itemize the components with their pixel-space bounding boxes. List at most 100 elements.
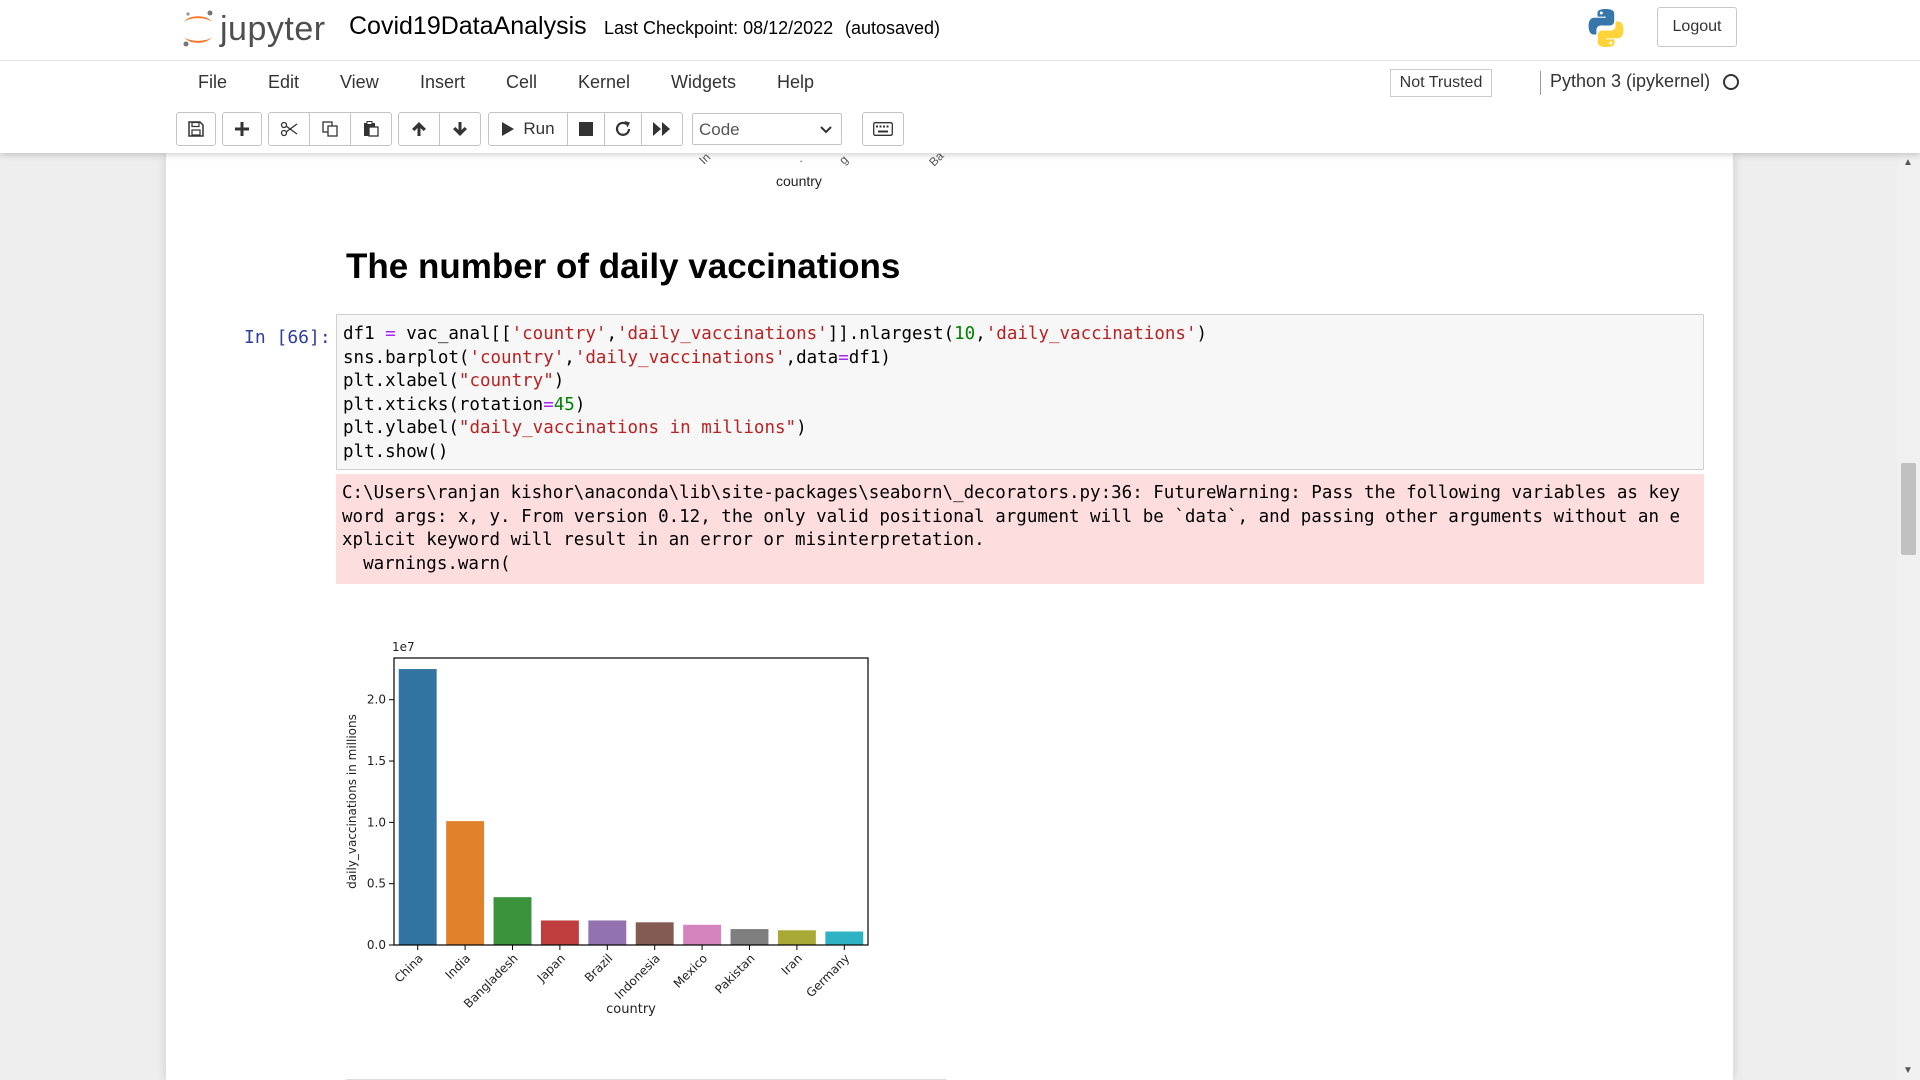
command-palette-button[interactable]	[862, 112, 904, 146]
x-axis-label: country	[606, 1002, 656, 1017]
menu-edit[interactable]: Edit	[268, 72, 299, 93]
previous-chart-tick-fragments: In · g Ba	[696, 153, 947, 169]
insert-cell-button[interactable]	[222, 112, 262, 146]
menubar: File Edit View Insert Cell Kernel Widget…	[176, 63, 1744, 103]
code-line: plt.xlabel("country")	[343, 371, 565, 391]
y-offset-label: 1e7	[392, 640, 415, 654]
arrow-up-icon	[412, 122, 426, 136]
kernel-idle-indicator-icon	[1723, 74, 1739, 90]
next-heading-fragment	[346, 1079, 946, 1080]
header-top-row: jupyter Covid19DataAnalysis Last Checkpo…	[0, 0, 1920, 61]
copy-button[interactable]	[309, 112, 351, 146]
menu-kernel[interactable]: Kernel	[578, 72, 630, 93]
x-tick-label: Indonesia	[612, 951, 663, 1002]
stderr-line: word args: x, y. From version 0.12, the …	[342, 506, 1681, 527]
x-tick-label: Iran	[779, 951, 805, 977]
run-label: Run	[523, 119, 555, 138]
bar-japan	[540, 920, 579, 945]
bar-china	[398, 669, 437, 945]
cell-type-select[interactable]: Code	[692, 113, 842, 145]
plus-icon	[235, 122, 249, 136]
jupyter-logo-text: jupyter	[220, 10, 326, 48]
stderr-line: xplicit keyword will result in an error …	[342, 530, 985, 550]
chart-plot-area: 0.00.51.01.52.0China IndiaBangladesh Japan…	[345, 640, 869, 1017]
markdown-heading[interactable]: The number of daily vaccinations	[346, 247, 900, 287]
toolbar: Run Code	[176, 110, 1744, 148]
x-tick-label: Pakistan	[712, 951, 757, 996]
code-line: plt.ylabel("daily_vaccinations in millio…	[343, 418, 807, 438]
menu-file[interactable]: File	[198, 72, 227, 93]
cut-button[interactable]	[268, 112, 310, 146]
notebook-header: jupyter Covid19DataAnalysis Last Checkpo…	[0, 0, 1920, 153]
restart-button[interactable]	[604, 112, 642, 146]
cell-prompt: In [66]:	[244, 327, 331, 348]
trust-status-badge[interactable]: Not Trusted	[1390, 69, 1492, 97]
menu-insert[interactable]: Insert	[420, 72, 465, 93]
menu-cell[interactable]: Cell	[506, 72, 537, 93]
bar-brazil	[588, 920, 627, 945]
bar-iran	[777, 930, 816, 945]
paste-icon	[364, 121, 379, 137]
scrollbar-thumb[interactable]	[1901, 463, 1916, 555]
code-cell-input[interactable]: df1 = vac_anal[['country','daily_vaccina…	[336, 314, 1704, 470]
kernel-name[interactable]: Python 3 (ipykernel)	[1550, 71, 1710, 92]
code-line: sns.barplot('country','daily_vaccination…	[343, 347, 891, 368]
fast-forward-icon	[653, 122, 670, 136]
x-tick-label: Germany	[804, 951, 853, 1000]
last-checkpoint: Last Checkpoint: 08/12/2022	[604, 18, 834, 38]
page-scrollbar[interactable]: ▲ ▼	[1897, 153, 1920, 1080]
x-tick-label: China	[392, 951, 426, 985]
notebook-container: In · g Ba country The number of daily va…	[166, 153, 1733, 1080]
cut-icon	[280, 121, 298, 137]
svg-text:In: In	[696, 153, 713, 167]
svg-text:g: g	[836, 153, 851, 167]
bar-indonesia	[635, 922, 674, 945]
scroll-down-icon[interactable]: ▼	[1903, 1065, 1913, 1076]
logout-button[interactable]: Logout	[1657, 7, 1737, 47]
menu-widgets[interactable]: Widgets	[671, 72, 736, 93]
move-down-button[interactable]	[439, 112, 481, 146]
chevron-down-icon	[820, 126, 832, 134]
autosave-status: (autosaved)	[845, 18, 941, 38]
svg-text:Ba: Ba	[926, 153, 947, 169]
bar-pakistan	[730, 929, 769, 945]
x-tick-label: Brazil	[582, 951, 616, 985]
cell-type-value: Code	[699, 120, 740, 139]
python-logo-icon	[1588, 9, 1624, 47]
restart-run-all-button[interactable]	[641, 112, 683, 146]
save-icon	[188, 121, 204, 137]
notebook-title[interactable]: Covid19DataAnalysis	[349, 12, 587, 41]
run-button[interactable]: Run	[488, 112, 568, 146]
arrow-down-icon	[453, 122, 467, 136]
bar-mexico	[683, 924, 722, 945]
x-tick-label: India	[442, 951, 473, 982]
y-tick-label: 0.5	[367, 877, 386, 891]
interrupt-button[interactable]	[567, 112, 605, 146]
svg-text:·: ·	[794, 154, 807, 167]
copy-icon	[322, 121, 338, 137]
play-icon	[502, 122, 515, 136]
y-tick-label: 0.0	[367, 938, 386, 952]
y-tick-label: 1.5	[367, 754, 386, 768]
menu-help[interactable]: Help	[777, 72, 814, 93]
restart-icon	[615, 121, 631, 136]
code-line: plt.xticks(rotation=45)	[343, 394, 586, 415]
paste-button[interactable]	[350, 112, 392, 146]
previous-chart-xlabel: country	[776, 173, 822, 189]
scroll-up-icon[interactable]: ▲	[1903, 157, 1913, 168]
stderr-line: warnings.warn(	[342, 553, 511, 574]
jupyter-logo[interactable]: jupyter	[180, 6, 325, 52]
stderr-line: C:\Users\ranjan kishor\anaconda\lib\site…	[342, 483, 1681, 503]
y-tick-label: 2.0	[367, 693, 386, 707]
bar-bangladesh	[493, 897, 532, 945]
stderr-output: C:\Users\ranjan kishor\anaconda\lib\site…	[336, 474, 1704, 584]
bar-germany	[825, 931, 864, 945]
save-button[interactable]	[176, 112, 216, 146]
y-tick-label: 1.0	[367, 815, 386, 829]
move-up-button[interactable]	[398, 112, 440, 146]
code-line: plt.show()	[343, 441, 449, 462]
kernel-separator	[1540, 71, 1541, 95]
bar-chart-output: 0.00.51.01.52.0China IndiaBangladesh Japan…	[345, 640, 869, 1017]
menu-view[interactable]: View	[340, 72, 379, 93]
stop-icon	[579, 122, 593, 136]
